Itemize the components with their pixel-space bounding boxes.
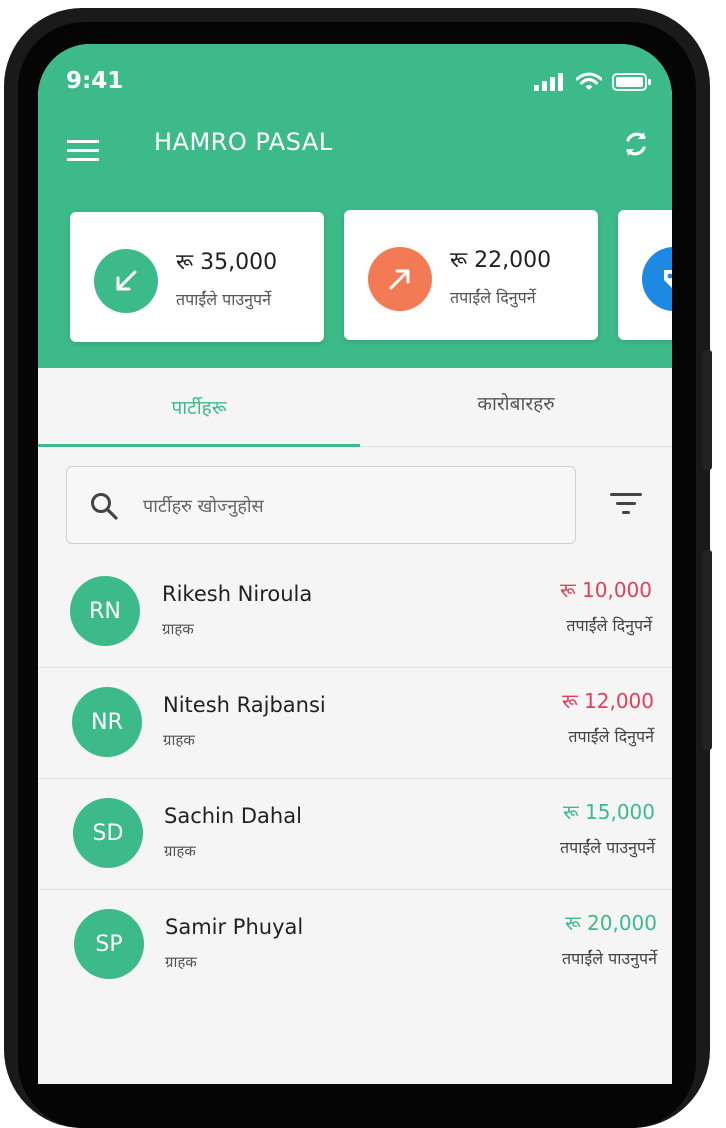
app-screen: 9:41 HAMRO PASAL रू 35,000 तपाईंले पाउनु…	[38, 44, 672, 1084]
party-balance-direction: तपाईंले पाउनुपर्ने	[562, 949, 657, 968]
party-amount: रू 10,000	[560, 578, 652, 602]
party-type: ग्राहक	[163, 731, 195, 749]
phone-side-button	[702, 550, 712, 750]
tag-icon	[642, 247, 672, 311]
search-icon	[91, 493, 118, 520]
party-name: Rikesh Niroula	[162, 582, 313, 606]
signal-icon	[534, 73, 563, 91]
payable-summary-card[interactable]: रू 22,000 तपाईंले दिनुपर्ने	[344, 210, 598, 340]
tab-parties-label: पार्टीहरू	[171, 397, 227, 419]
search-box[interactable]	[66, 466, 576, 544]
tab-bar: पार्टीहरू कारोबारहरु	[38, 368, 672, 447]
party-name: Sachin Dahal	[164, 804, 302, 828]
receivable-label: तपाईंले पाउनुपर्ने	[176, 290, 271, 309]
party-type: ग्राहक	[162, 620, 194, 638]
party-balance-direction: तपाईंले दिनुपर्ने	[568, 727, 654, 746]
phone-side-button	[702, 350, 712, 470]
avatar: RN	[70, 576, 140, 646]
payable-amount: रू 22,000	[450, 248, 552, 273]
party-name: Nitesh Rajbansi	[163, 693, 326, 717]
status-time: 9:41	[66, 68, 124, 94]
status-bar: 9:41	[38, 44, 672, 124]
search-input[interactable]	[141, 485, 565, 527]
hamburger-menu-icon[interactable]	[66, 134, 100, 168]
tab-transactions-label: कारोबारहरु	[477, 393, 555, 415]
filter-icon[interactable]	[606, 486, 646, 522]
arrow-up-right-icon	[368, 247, 432, 311]
party-row[interactable]: NR Nitesh Rajbansi ग्राहक रू 12,000 तपाई…	[38, 667, 672, 779]
arrow-down-left-icon	[94, 249, 158, 313]
battery-icon	[612, 73, 651, 91]
party-name: Samir Phuyal	[165, 915, 304, 939]
party-amount: रू 20,000	[565, 911, 657, 935]
party-amount: रू 12,000	[562, 689, 654, 713]
avatar: SD	[73, 798, 143, 868]
payable-label: तपाईंले दिनुपर्ने	[450, 288, 536, 307]
tab-parties[interactable]: पार्टीहरू	[38, 368, 360, 446]
avatar: NR	[72, 687, 142, 757]
app-bar: HAMRO PASAL	[38, 124, 672, 184]
wifi-icon	[576, 72, 602, 90]
party-row[interactable]: RN Rikesh Niroula ग्राहक रू 10,000 तपाईं…	[38, 556, 672, 668]
party-balance-direction: तपाईंले दिनुपर्ने	[566, 616, 652, 635]
avatar: SP	[74, 909, 144, 979]
party-balance-direction: तपाईंले पाउनुपर्ने	[560, 838, 655, 857]
tab-transactions[interactable]: कारोबारहरु	[360, 364, 672, 442]
receivable-summary-card[interactable]: रू 35,000 तपाईंले पाउनुपर्ने	[70, 212, 324, 342]
party-type: ग्राहक	[165, 953, 197, 971]
party-type: ग्राहक	[164, 842, 196, 860]
status-icons	[534, 72, 652, 92]
party-row[interactable]: SP Samir Phuyal ग्राहक रू 20,000 तपाईंले…	[38, 889, 672, 1000]
party-row[interactable]: SD Sachin Dahal ग्राहक रू 15,000 तपाईंले…	[38, 778, 672, 890]
sync-icon[interactable]	[616, 124, 656, 164]
summary-card-partial[interactable]	[618, 210, 672, 340]
app-title: HAMRO PASAL	[154, 128, 333, 156]
active-tab-indicator	[38, 444, 360, 447]
receivable-amount: रू 35,000	[176, 250, 278, 275]
party-amount: रू 15,000	[563, 800, 655, 824]
